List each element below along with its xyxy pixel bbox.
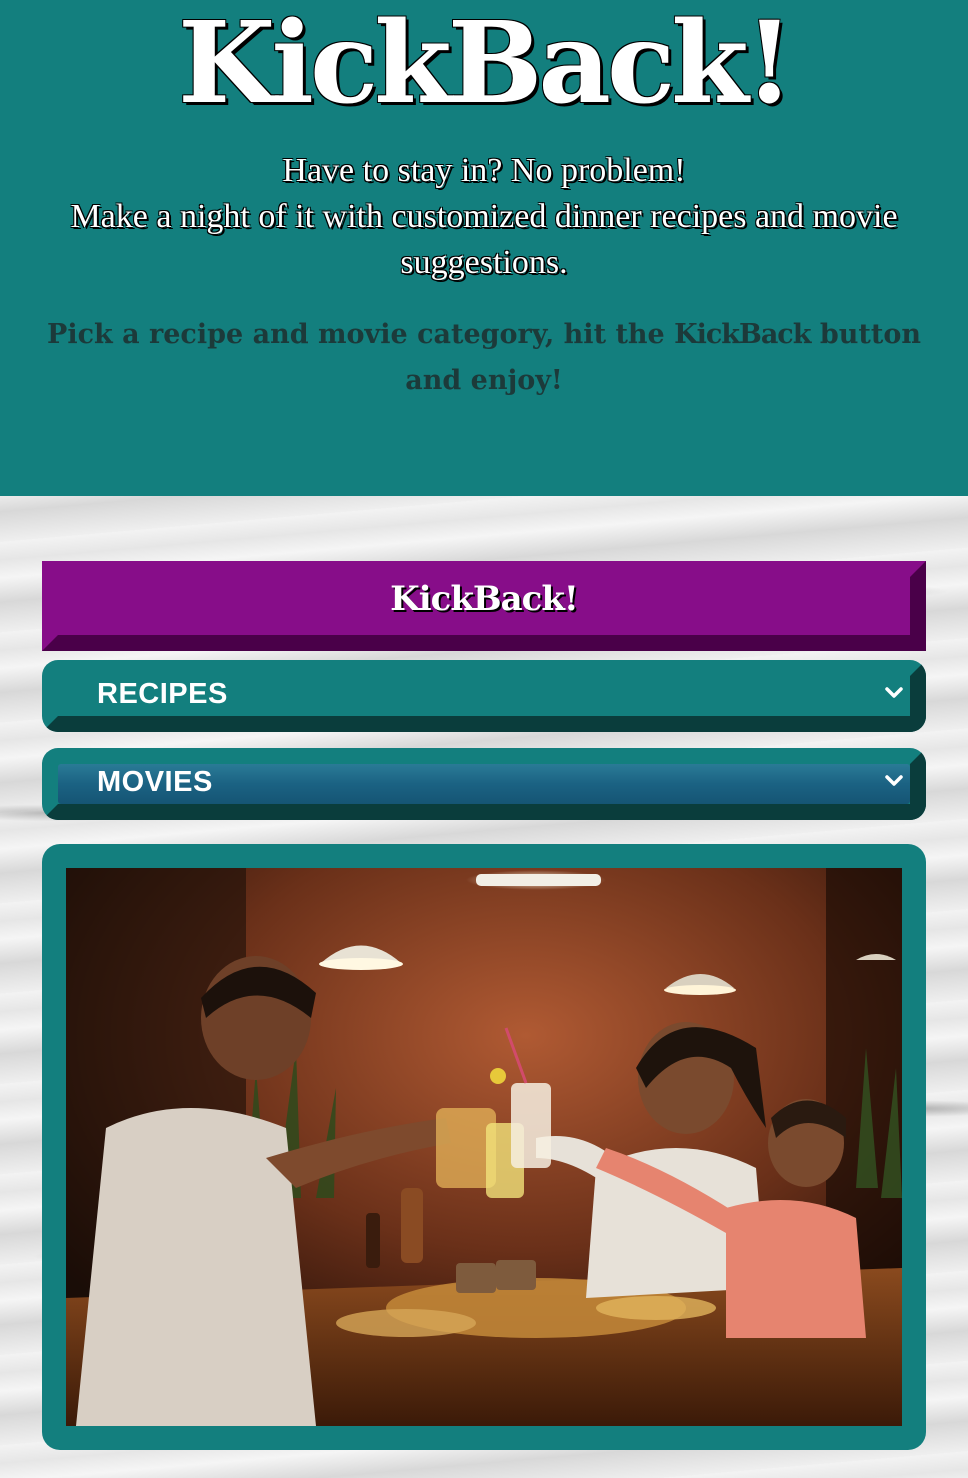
instructions-brand: KickBack [674,319,811,350]
family-dinner-photo [66,868,902,1426]
movies-select[interactable]: MOVIES [42,748,926,820]
tagline-line-2: Make a night of it with customized dinne… [70,198,898,281]
recipes-select-value: RECIPES [97,678,228,710]
tagline-line-1: Have to stay in? No problem! [282,152,686,189]
select-shadow [42,716,926,732]
select-shadow [42,804,926,820]
chevron-down-icon [885,687,903,698]
kickback-button[interactable]: KickBack! [42,561,926,651]
tagline: Have to stay in? No problem! Make a nigh… [40,148,928,286]
chevron-down-icon [885,775,903,786]
recipes-select[interactable]: RECIPES [42,660,926,732]
instructions-before: Pick a recipe and movie category, hit th… [47,319,675,350]
select-shadow [910,660,926,732]
kickback-button-label: KickBack! [390,579,579,619]
page-header: KickBack! Have to stay in? No problem! M… [0,0,968,496]
photo-frame [42,844,926,1450]
site-title: KickBack! [178,0,794,129]
select-shadow [910,748,926,820]
movies-select-value: MOVIES [97,766,213,798]
instructions-text: Pick a recipe and movie category, hit th… [20,312,948,404]
